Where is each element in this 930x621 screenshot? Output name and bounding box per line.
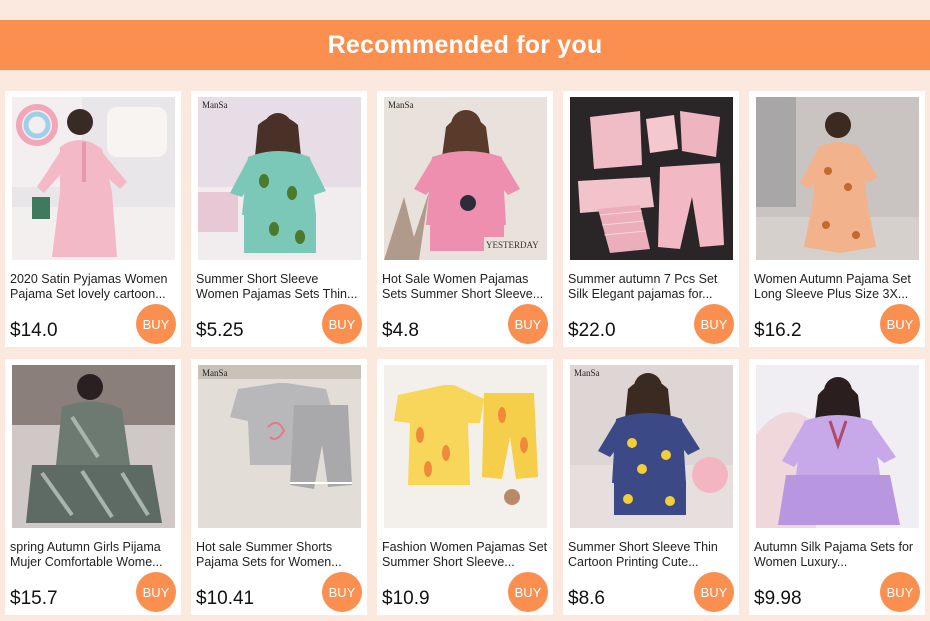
brand-tag: ManSa [388,100,414,110]
product-name[interactable]: Hot sale Summer Shorts Pajama Sets for W… [196,540,363,570]
product-name[interactable]: Summer autumn 7 Pcs Set Silk Elegant paj… [568,272,735,302]
product-price: $15.7 [10,588,58,609]
product-card[interactable]: Women Autumn Pajama Set Long Sleeve Plus… [749,91,925,347]
product-price: $8.6 [568,588,605,609]
buy-button[interactable]: BUY [322,572,362,612]
product-card[interactable]: Autumn Silk Pajama Sets for Women Luxury… [749,359,925,615]
svg-text:YESTERDAY: YESTERDAY [486,240,539,250]
product-price: $22.0 [568,320,616,341]
product-name[interactable]: 2020 Satin Pyjamas Women Pajama Set love… [10,272,177,302]
buy-button[interactable]: BUY [136,304,176,344]
product-card[interactable]: ManSa Summer Short Sleeve Women Pajamas … [191,91,367,347]
product-card[interactable]: ManSa Summer Short Sleeve Thin Cartoon P… [563,359,739,615]
product-name[interactable]: Fashion Women Pajamas Set Summer Short S… [382,540,549,570]
product-image[interactable]: ManSa [570,365,733,528]
product-price: $10.41 [196,588,255,609]
product-image[interactable] [384,365,547,528]
buy-button[interactable]: BUY [508,304,548,344]
brand-tag: ManSa [574,368,600,378]
product-image[interactable] [570,97,733,260]
product-price: $9.98 [754,588,802,609]
product-card[interactable]: YESTERDAY ManSa Hot Sale Women Pajamas S… [377,91,553,347]
product-price: $4.8 [382,320,419,341]
product-image[interactable]: YESTERDAY ManSa [384,97,547,260]
product-image[interactable] [12,365,175,528]
product-name[interactable]: Hot Sale Women Pajamas Sets Summer Short… [382,272,549,302]
product-name[interactable]: Autumn Silk Pajama Sets for Women Luxury… [754,540,921,570]
product-price: $5.25 [196,320,244,341]
buy-button[interactable]: BUY [694,304,734,344]
brand-tag: ManSa [202,368,228,378]
product-price: $14.0 [10,320,58,341]
product-price: $16.2 [754,320,802,341]
buy-button[interactable]: BUY [508,572,548,612]
product-grid: 2020 Satin Pyjamas Women Pajama Set love… [5,91,925,615]
product-image[interactable] [756,365,919,528]
product-card[interactable]: ManSa Hot sale Summer Shorts Pajama Sets… [191,359,367,615]
product-name[interactable]: Summer Short Sleeve Thin Cartoon Printin… [568,540,735,570]
recommended-banner: Recommended for you [0,20,930,70]
product-name[interactable]: spring Autumn Girls Pijama Mujer Comfort… [10,540,177,570]
product-card[interactable]: Fashion Women Pajamas Set Summer Short S… [377,359,553,615]
product-name[interactable]: Summer Short Sleeve Women Pajamas Sets T… [196,272,363,302]
buy-button[interactable]: BUY [880,304,920,344]
product-image[interactable]: ManSa [198,365,361,528]
product-card[interactable]: 2020 Satin Pyjamas Women Pajama Set love… [5,91,181,347]
brand-tag: ManSa [202,100,228,110]
product-image[interactable] [12,97,175,260]
buy-button[interactable]: BUY [694,572,734,612]
product-price: $10.9 [382,588,430,609]
product-card[interactable]: Summer autumn 7 Pcs Set Silk Elegant paj… [563,91,739,347]
buy-button[interactable]: BUY [880,572,920,612]
product-card[interactable]: spring Autumn Girls Pijama Mujer Comfort… [5,359,181,615]
product-name[interactable]: Women Autumn Pajama Set Long Sleeve Plus… [754,272,921,302]
banner-title: Recommended for you [327,30,603,59]
buy-button[interactable]: BUY [136,572,176,612]
product-image[interactable] [756,97,919,260]
product-image[interactable]: ManSa [198,97,361,260]
buy-button[interactable]: BUY [322,304,362,344]
